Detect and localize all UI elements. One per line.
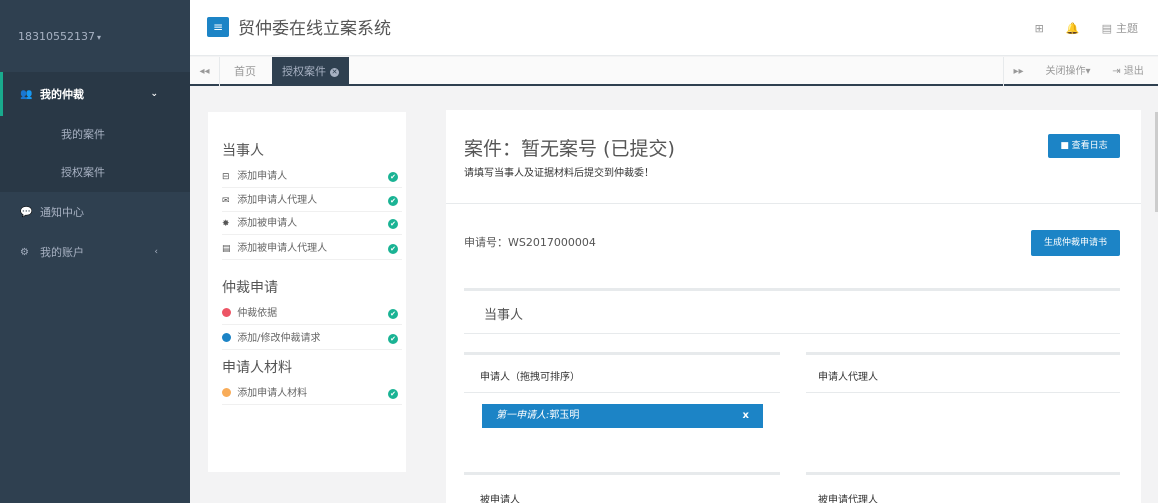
application-number: 申请号：WS2017000004 [464, 236, 596, 249]
theme-label: 主题 [1116, 22, 1138, 35]
tab-scroll-left-button[interactable]: ◂◂ [190, 57, 220, 86]
divider [222, 187, 402, 188]
sidebar-subitem-authorized-cases[interactable]: 授权案件 [0, 154, 190, 192]
user-menu[interactable]: 18310552137 ▾ [0, 0, 190, 72]
caret-down-icon[interactable]: ▾ [97, 33, 101, 42]
divider [222, 234, 402, 235]
add-respondent-link[interactable]: ✸ 添加被申请人 ✔ [222, 217, 402, 235]
add-respondent-agent-link[interactable]: ▤ 添加被申请人代理人 ✔ [222, 242, 402, 260]
close-operations-dropdown[interactable]: 关闭操作▾ [1036, 57, 1100, 86]
item-label: 添加被申请人 [237, 218, 298, 229]
item-label: 仲裁依据 [237, 308, 278, 319]
section-title-materials: 申请人材料 [222, 360, 292, 376]
check-icon: ✔ [388, 219, 398, 229]
sidebar-item-label: 通知中心 [40, 206, 84, 219]
orange-dot-icon [222, 388, 231, 397]
logout-button[interactable]: ⇥ 退出 [1100, 57, 1156, 86]
respondent-agent-column-border [806, 472, 1120, 475]
sidebar-subitem-my-cases[interactable]: 我的案件 [0, 116, 190, 154]
case-nav-card: 当事人 ⊟ 添加申请人 ✔ ✉ 添加申请人代理人 ✔ ✸ 添加被申请人 ✔ ▤ … [208, 112, 406, 472]
tab-authorized-cases[interactable]: 授权案件 ✕ [272, 57, 349, 86]
section-title-parties: 当事人 [222, 143, 264, 159]
first-applicant-name: 郭玉明 [549, 410, 580, 421]
divider [446, 203, 1141, 204]
sidebar-item-label: 我的仲裁 [40, 88, 84, 101]
divider [464, 392, 780, 393]
item-label: 添加被申请人代理人 [237, 243, 328, 254]
divider [222, 404, 402, 405]
menu-toggle-button[interactable]: ≡ [207, 17, 229, 37]
parties-section-title: 当事人 [484, 308, 524, 323]
red-dot-icon [222, 308, 231, 317]
sub-menu: 我的案件 授权案件 [0, 116, 190, 192]
sidebar-item-my-arbitration[interactable]: 👥 我的仲裁 ⌄ [0, 72, 190, 116]
item-label: 添加申请人代理人 [237, 195, 318, 206]
envelope-icon: ✉ [222, 196, 230, 206]
respondent-column-title: 被申请人 [480, 495, 520, 503]
divider [464, 333, 1120, 334]
sidebar-item-label: 我的账户 [40, 246, 84, 259]
edit-arbitration-request-link[interactable]: 添加/修改仲裁请求 ✔ [222, 332, 402, 350]
inbox-icon: ⊟ [222, 172, 230, 182]
users-icon: 👥 [20, 88, 33, 100]
check-icon: ✔ [388, 196, 398, 206]
check-icon: ✔ [388, 389, 398, 399]
sidebar-item-account[interactable]: ⚙ 我的账户 ‹ [0, 232, 190, 272]
item-label: 添加申请人 [237, 171, 288, 182]
case-detail-panel: 案件：暂无案号 (已提交) 请填写当事人及证据材料后提交到仲裁委！ ■ 查看日志… [446, 110, 1141, 503]
theme-icon: ▤ [1101, 22, 1112, 35]
respondent-agent-column-title: 被申请代理人 [818, 495, 878, 503]
case-hint: 请填写当事人及证据材料后提交到仲裁委！ [464, 168, 654, 179]
chevron-down-icon: ⌄ [150, 89, 158, 99]
top-navbar: ≡ 贸仲委在线立案系统 ⊞ 🔔 ▤ 主题 [190, 0, 1158, 56]
generate-application-button[interactable]: 生成仲裁申请书 [1031, 230, 1120, 256]
applicant-agent-column-title: 申请人代理人 [818, 372, 878, 383]
first-applicant-label: 第一申请人: [496, 410, 550, 421]
top-right-tools: ⊞ 🔔 ▤ 主题 [1035, 20, 1158, 36]
check-icon: ✔ [388, 172, 398, 182]
divider [222, 324, 402, 325]
grid-icon[interactable]: ⊞ [1035, 22, 1044, 35]
check-icon: ✔ [388, 334, 398, 344]
tab-home[interactable]: 首页 [224, 57, 266, 86]
view-log-button[interactable]: ■ 查看日志 [1048, 134, 1120, 158]
case-title: 案件：暂无案号 (已提交) [464, 138, 675, 160]
applicant-agent-column-border [806, 352, 1120, 355]
add-applicant-materials-link[interactable]: 添加申请人材料 ✔ [222, 387, 402, 405]
bell-icon[interactable]: 🔔 [1066, 22, 1080, 35]
gear-small-icon: ✸ [222, 219, 230, 229]
gear-icon: ⚙ [20, 246, 29, 258]
check-icon: ✔ [388, 244, 398, 254]
applicant-column-border [464, 352, 780, 355]
divider [222, 211, 402, 212]
tab-scroll-right-button[interactable]: ▸▸ [1003, 57, 1033, 86]
add-applicant-agent-link[interactable]: ✉ 添加申请人代理人 ✔ [222, 194, 402, 212]
comment-icon: 💬 [20, 206, 33, 218]
item-label: 添加/修改仲裁请求 [237, 333, 321, 344]
respondent-column-border [464, 472, 780, 475]
sidebar: 18310552137 ▾ 👥 我的仲裁 ⌄ 我的案件 授权案件 💬 通知中心 ⚙… [0, 0, 190, 503]
close-icon[interactable]: ✕ [330, 68, 339, 77]
system-title: 贸仲委在线立案系统 [238, 19, 391, 39]
remove-applicant-button[interactable]: x [743, 404, 749, 428]
divider [222, 349, 402, 350]
add-applicant-link[interactable]: ⊟ 添加申请人 ✔ [222, 170, 402, 188]
tabs-bar: ◂◂ 首页 授权案件 ✕ ▸▸ 关闭操作▾ ⇥ 退出 [190, 57, 1158, 86]
divider [806, 392, 1120, 393]
item-label: 添加申请人材料 [237, 388, 308, 399]
parties-card-border [464, 288, 1120, 291]
sidebar-item-notice[interactable]: 💬 通知中心 [0, 192, 190, 232]
divider [222, 259, 402, 260]
blue-dot-icon [222, 333, 231, 342]
user-name[interactable]: 18310552137 [18, 30, 95, 43]
first-applicant-chip[interactable]: 第一申请人:郭玉明 x [482, 404, 763, 428]
document-icon: ▤ [222, 244, 231, 254]
arbitration-basis-link[interactable]: 仲裁依据 ✔ [222, 307, 402, 325]
tab-label: 授权案件 [282, 65, 326, 78]
chevron-left-icon: ‹ [154, 247, 158, 257]
applicant-column-title: 申请人（拖拽可排序） [480, 372, 580, 383]
check-icon: ✔ [388, 309, 398, 319]
section-title-arbitration: 仲裁申请 [222, 280, 278, 296]
theme-button[interactable]: ▤ 主题 [1102, 20, 1138, 36]
